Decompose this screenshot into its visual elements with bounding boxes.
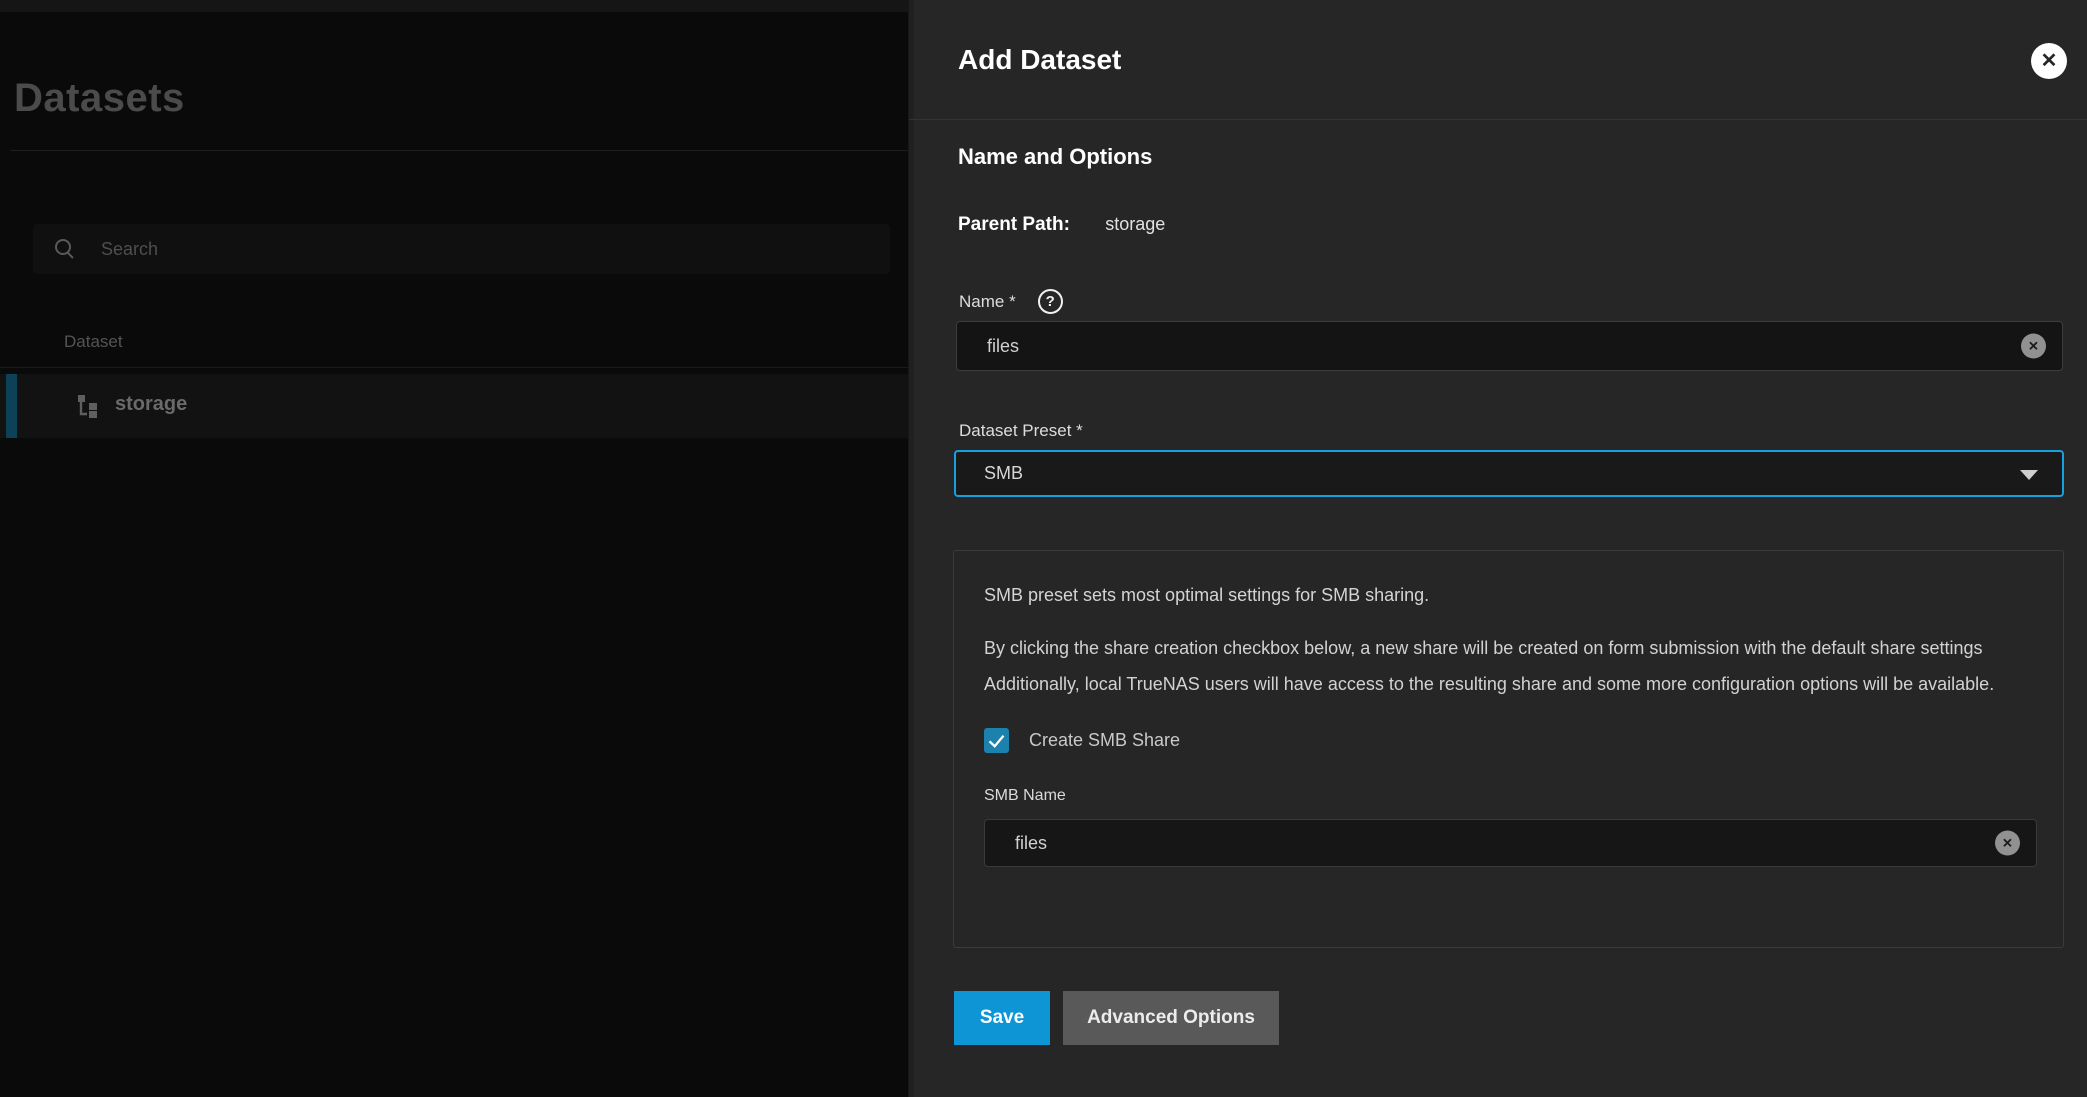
create-smb-share-label: Create SMB Share <box>1029 730 1180 751</box>
dataset-row-storage[interactable]: storage <box>0 374 908 438</box>
clear-smb-name-icon[interactable]: ✕ <box>1995 831 2020 856</box>
name-field-label-row: Name * ? <box>959 289 1063 314</box>
title-divider <box>10 150 908 151</box>
dataset-row-label: storage <box>115 393 187 416</box>
dataset-tree-icon <box>76 394 100 418</box>
preset-field-label: Dataset Preset * <box>959 421 1083 441</box>
smb-name-input-field[interactable]: ✕ <box>984 819 2037 867</box>
parent-path-label: Parent Path: <box>958 214 1070 235</box>
create-smb-share-row[interactable]: Create SMB Share <box>984 728 2033 753</box>
smb-preset-summary: SMB preset sets most optimal settings fo… <box>984 585 2033 606</box>
datasets-page-background: Datasets Dataset storage <box>0 0 908 1097</box>
selected-row-accent <box>6 374 17 438</box>
dataset-table-header: Dataset <box>0 320 908 368</box>
close-icon[interactable]: ✕ <box>2031 43 2067 79</box>
help-icon[interactable]: ? <box>1038 289 1063 314</box>
name-input-field[interactable]: ✕ <box>956 321 2063 371</box>
smb-name-label: SMB Name <box>984 787 2033 805</box>
section-title: Name and Options <box>958 144 1152 170</box>
chevron-down-icon <box>2020 470 2038 480</box>
clear-name-icon[interactable]: ✕ <box>2021 334 2046 359</box>
dataset-search-box[interactable] <box>33 224 890 274</box>
drawer-header-divider <box>909 119 2087 120</box>
drawer-actions: Save Advanced Options <box>954 991 1279 1045</box>
page-title: Datasets <box>14 76 185 121</box>
add-dataset-drawer: Add Dataset ✕ Name and Options Parent Pa… <box>908 0 2087 1097</box>
preset-selected-value: SMB <box>956 463 1023 484</box>
parent-path-row: Parent Path: storage <box>958 214 1165 236</box>
smb-preset-description: By clicking the share creation checkbox … <box>984 630 2004 702</box>
dataset-preset-select[interactable]: SMB <box>954 450 2064 497</box>
name-input[interactable] <box>957 322 2062 370</box>
smb-preset-info-box: SMB preset sets most optimal settings fo… <box>953 550 2064 948</box>
smb-name-input[interactable] <box>985 820 2036 866</box>
dataset-column-header: Dataset <box>64 332 123 352</box>
name-field-label: Name * <box>959 292 1016 312</box>
save-button[interactable]: Save <box>954 991 1050 1045</box>
search-icon <box>55 239 75 259</box>
parent-path-value: storage <box>1105 214 1165 234</box>
top-bar <box>0 0 908 12</box>
drawer-title: Add Dataset <box>958 44 1121 76</box>
advanced-options-button[interactable]: Advanced Options <box>1063 991 1279 1045</box>
search-input[interactable] <box>75 224 890 274</box>
create-smb-share-checkbox[interactable] <box>984 728 1009 753</box>
